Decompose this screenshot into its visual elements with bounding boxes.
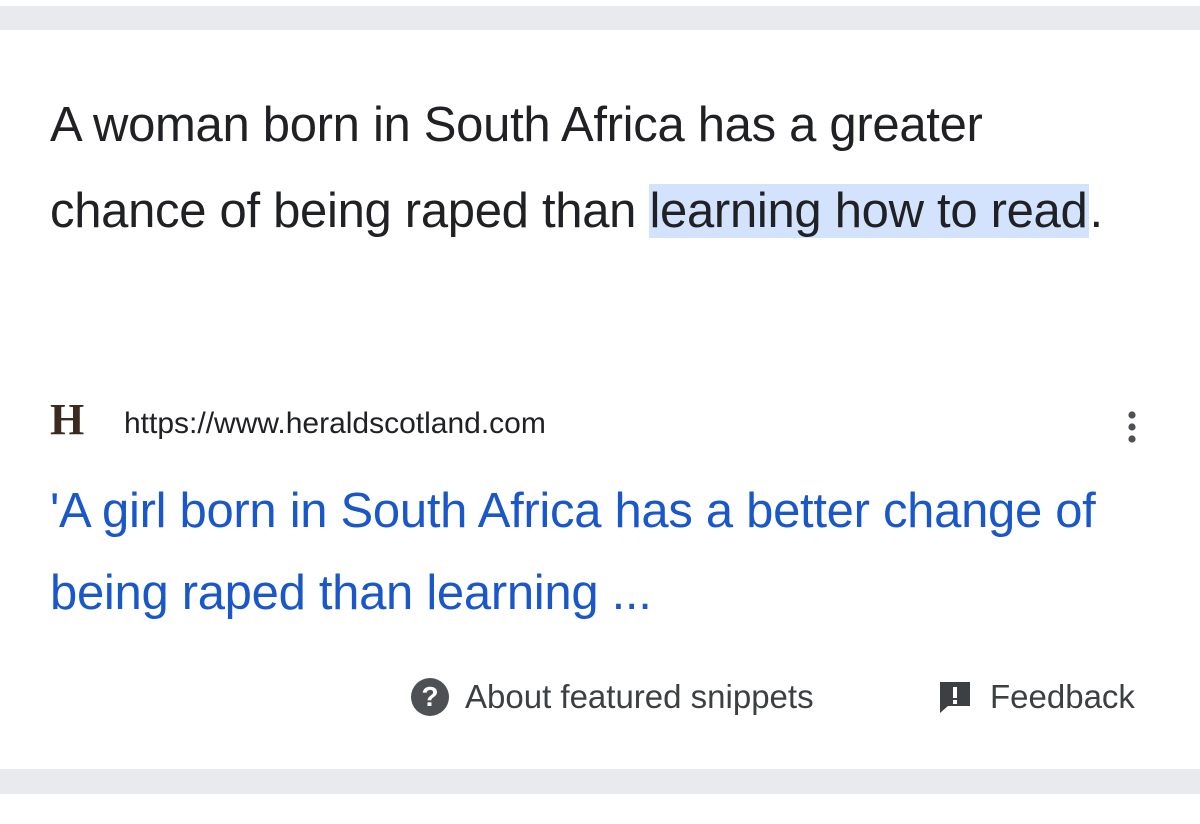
about-featured-snippets-button[interactable]: ? About featured snippets [411,674,814,720]
search-result-page: A woman born in South Africa has a great… [0,0,1200,824]
featured-snippet-text: A woman born in South Africa has a great… [50,82,1130,254]
about-featured-snippets-label: About featured snippets [465,678,814,715]
top-divider [0,6,1200,30]
snippet-text-after: . [1089,184,1103,238]
feedback-label: Feedback [990,678,1135,715]
feedback-icon [940,682,970,713]
source-url[interactable]: https://www.heraldscotland.com [124,407,546,441]
help-circle-icon: ? [411,678,449,716]
source-row: H https://www.heraldscotland.com [50,395,1150,445]
result-title-link[interactable]: 'A girl born in South Africa has a bette… [50,470,1150,634]
more-vert-icon[interactable] [1120,405,1144,449]
snippet-highlight: learning how to read [649,184,1090,238]
source-logo: H [50,395,85,444]
bottom-divider [0,769,1200,794]
feedback-button[interactable]: Feedback [936,674,1135,720]
